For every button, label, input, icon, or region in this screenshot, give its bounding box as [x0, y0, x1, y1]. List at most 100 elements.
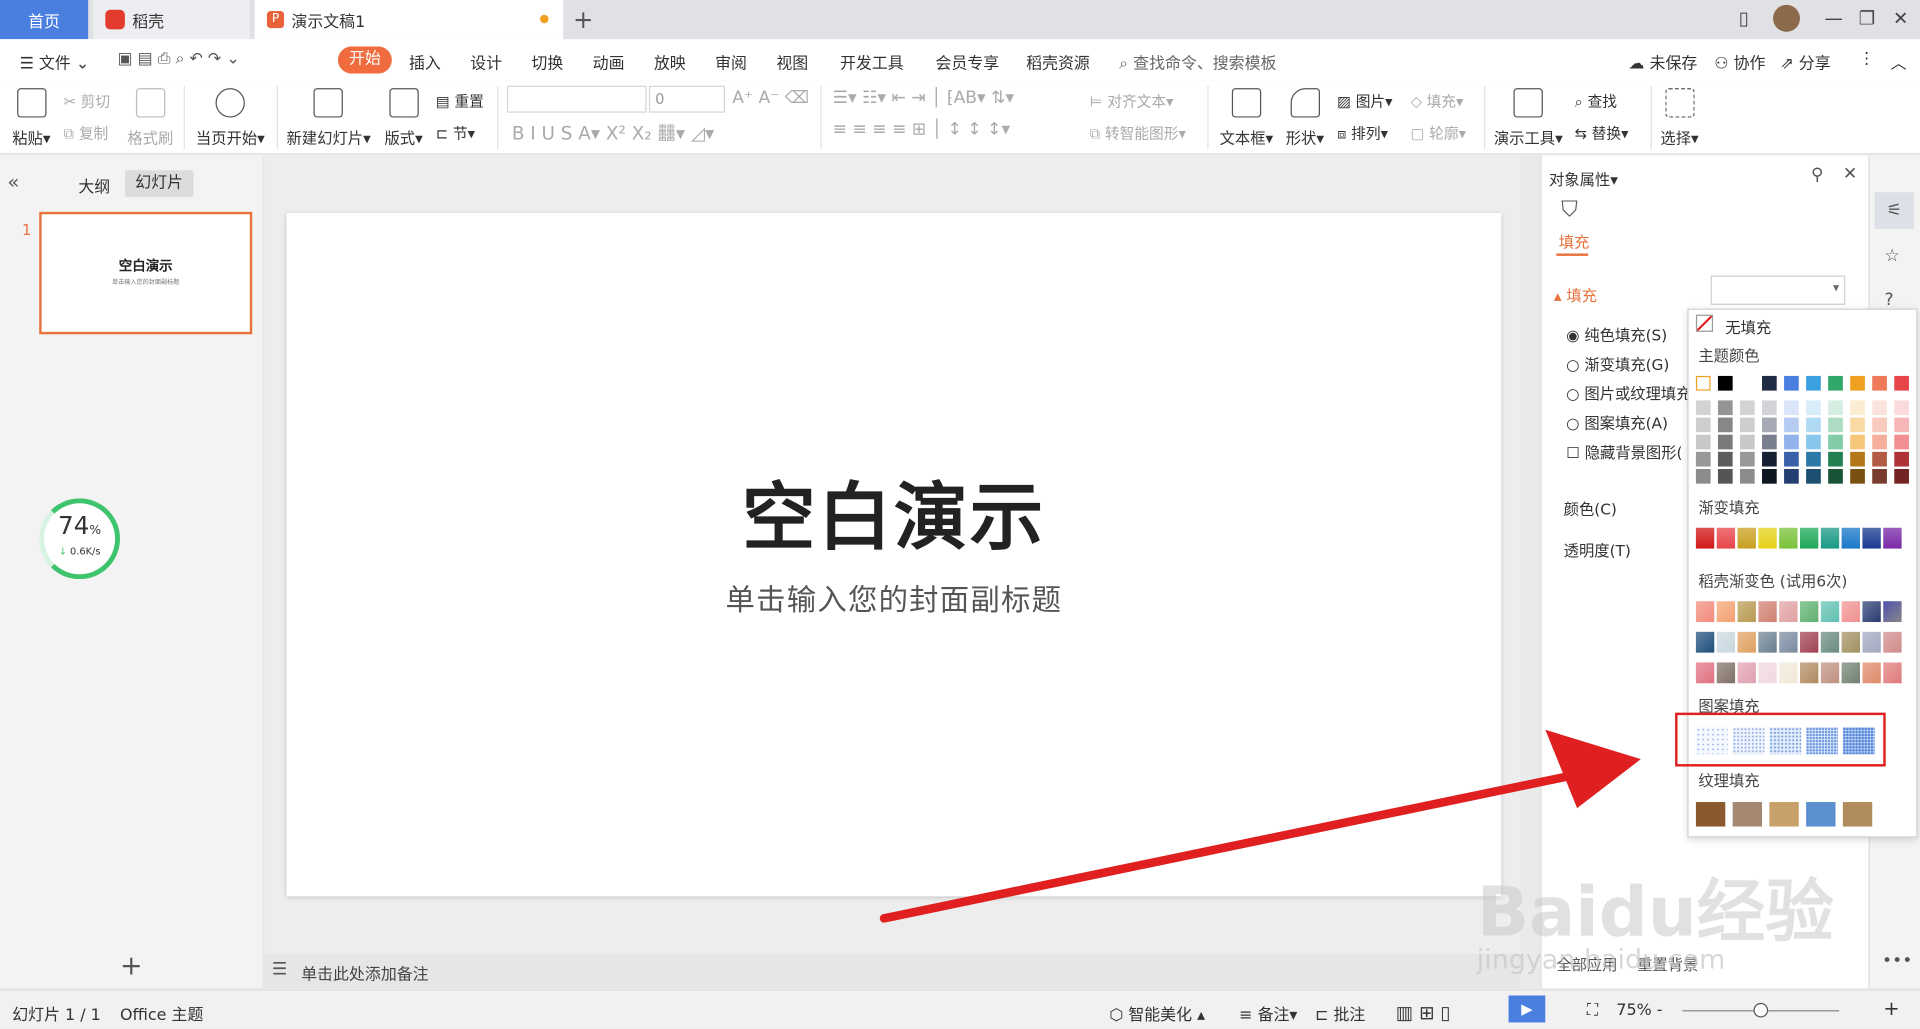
smartart-button[interactable]: ⧉ 转智能图形▾: [1090, 122, 1186, 143]
daoke-gradient-swatch[interactable]: [1695, 601, 1715, 623]
theme-color-swatch[interactable]: [1695, 400, 1711, 416]
comments-button[interactable]: ⊏ 批注: [1315, 1002, 1365, 1025]
tab-document[interactable]: P 演示文稿1: [254, 0, 564, 40]
add-slide-icon[interactable]: +: [120, 951, 143, 982]
texture-swatch[interactable]: [1769, 802, 1799, 827]
new-tab-icon[interactable]: +: [573, 5, 594, 34]
notes-bar[interactable]: ☰ 单击此处添加备注: [264, 953, 1521, 989]
theme-color-swatch[interactable]: [1872, 375, 1887, 391]
theme-color-swatch[interactable]: [1695, 375, 1711, 391]
daoke-gradient-swatch[interactable]: [1799, 662, 1819, 684]
collapse-panel-icon[interactable]: «: [7, 170, 19, 193]
gradient-swatch[interactable]: [1758, 527, 1777, 549]
pin-icon[interactable]: ⚲: [1811, 165, 1824, 185]
slide-subtitle[interactable]: 单击输入您的封面副标题: [287, 576, 1502, 619]
tab-daoke[interactable]: 稻壳: [93, 0, 250, 40]
theme-color-swatch[interactable]: [1739, 468, 1755, 484]
daoke-gradient-swatch[interactable]: [1820, 631, 1840, 653]
collapse-ribbon-icon[interactable]: ︿: [1891, 50, 1907, 73]
slide-canvas[interactable]: 空白演示 单击输入您的封面副标题: [286, 213, 1502, 897]
theme-color-swatch[interactable]: [1784, 451, 1799, 467]
daoke-gradient-swatch[interactable]: [1883, 601, 1902, 623]
search-command[interactable]: ⌕ 查找命令、搜索模板: [1119, 50, 1276, 73]
theme-color-swatch[interactable]: [1784, 375, 1799, 391]
theme-color-swatch[interactable]: [1828, 400, 1843, 416]
daoke-gradient-swatch[interactable]: [1758, 631, 1777, 653]
view-mode-icons[interactable]: ▥ ⊞ ▯: [1396, 1002, 1451, 1024]
menu-insert[interactable]: 插入: [409, 50, 441, 73]
network-speed-widget[interactable]: 74% ↓ 0.6K/s: [39, 498, 120, 580]
daoke-gradient-swatch[interactable]: [1862, 662, 1881, 684]
daoke-gradient-swatch[interactable]: [1779, 601, 1798, 623]
daoke-gradient-swatch[interactable]: [1716, 631, 1736, 653]
minimize-icon[interactable]: —: [1824, 7, 1842, 29]
daoke-gradient-swatch[interactable]: [1820, 662, 1840, 684]
menu-start[interactable]: 开始: [337, 46, 392, 74]
theme-color-swatch[interactable]: [1695, 468, 1711, 484]
daoke-gradient-swatch[interactable]: [1883, 631, 1902, 653]
theme-color-swatch[interactable]: [1784, 434, 1799, 450]
theme-color-swatch[interactable]: [1739, 400, 1755, 416]
theme-color-swatch[interactable]: [1828, 468, 1843, 484]
daoke-gradient-swatch[interactable]: [1841, 631, 1860, 653]
radio-gradient[interactable]: ○ 渐变填充(G): [1566, 351, 1669, 374]
fill-tab[interactable]: 填充: [1559, 229, 1590, 252]
collab-button[interactable]: ⚇ 协作: [1714, 50, 1765, 73]
menu-animation[interactable]: 动画: [593, 50, 625, 73]
theme-color-swatch[interactable]: [1695, 451, 1711, 467]
font-adjust-icons[interactable]: A⁺ A⁻ ⌫: [732, 88, 809, 108]
zoom-slider-handle[interactable]: [1753, 1002, 1769, 1018]
fill-section[interactable]: ▴ 填充: [1554, 283, 1597, 306]
avatar[interactable]: [1773, 4, 1800, 32]
text-format-icons[interactable]: B I U S A▾ X² X₂ 䨻▾ ◿▾: [512, 120, 714, 146]
theme-color-swatch[interactable]: [1784, 400, 1799, 416]
daoke-gradient-swatch[interactable]: [1779, 631, 1798, 653]
theme-color-swatch[interactable]: [1894, 375, 1909, 391]
zoom-in-icon[interactable]: +: [1883, 997, 1899, 1020]
cut-button[interactable]: ✂ 剪切: [64, 91, 110, 112]
theme-color-swatch[interactable]: [1850, 375, 1865, 391]
theme-color-swatch[interactable]: [1762, 468, 1777, 484]
radio-solid[interactable]: ◉ 纯色填充(S): [1566, 322, 1667, 345]
theme-color-swatch[interactable]: [1717, 375, 1733, 391]
daoke-gradient-swatch[interactable]: [1758, 601, 1777, 623]
more-options-icon[interactable]: •••: [1882, 951, 1912, 971]
theme-color-swatch[interactable]: [1806, 451, 1821, 467]
align-text-button[interactable]: ⊨ 对齐文本▾: [1090, 91, 1174, 112]
present-tool-button[interactable]: 演示工具▾: [1494, 88, 1563, 148]
theme-name[interactable]: Office 主题: [120, 1002, 203, 1025]
layout-button[interactable]: 版式▾: [384, 88, 423, 148]
arrange-button[interactable]: ⧈ 排列▾: [1337, 122, 1388, 143]
star-icon[interactable]: ☆: [1884, 246, 1899, 266]
theme-color-swatch[interactable]: [1762, 375, 1777, 391]
font-family-select[interactable]: [506, 85, 647, 113]
radio-pattern[interactable]: ○ 图案填充(A): [1566, 410, 1668, 433]
theme-color-swatch[interactable]: [1739, 434, 1755, 450]
shape-button[interactable]: 形状▾: [1286, 88, 1324, 148]
gradient-swatch[interactable]: [1779, 527, 1798, 549]
theme-color-swatch[interactable]: [1894, 468, 1909, 484]
menu-resources[interactable]: 稻壳资源: [1026, 50, 1090, 73]
select-button[interactable]: 选择▾: [1660, 88, 1699, 148]
copy-button[interactable]: ⧉ 复制: [64, 122, 109, 143]
texture-swatch[interactable]: [1695, 802, 1726, 827]
daoke-gradient-swatch[interactable]: [1737, 662, 1756, 684]
daoke-gradient-swatch[interactable]: [1779, 662, 1798, 684]
daoke-gradient-swatch[interactable]: [1695, 631, 1715, 653]
theme-color-swatch[interactable]: [1872, 451, 1887, 467]
daoke-gradient-swatch[interactable]: [1799, 631, 1819, 653]
format-brush-button[interactable]: 格式刷: [127, 88, 173, 148]
daoke-gradient-swatch[interactable]: [1883, 662, 1902, 684]
properties-icon[interactable]: ⚟: [1874, 192, 1914, 229]
theme-color-swatch[interactable]: [1739, 375, 1755, 391]
outline-button[interactable]: ▢ 轮廓▾: [1411, 122, 1466, 143]
texture-swatch[interactable]: [1806, 802, 1836, 827]
theme-color-swatch[interactable]: [1828, 451, 1843, 467]
slide-thumbnail[interactable]: 空白演示 单击输入您的封面副标题: [39, 211, 253, 335]
theme-color-swatch[interactable]: [1894, 451, 1909, 467]
gradient-swatch[interactable]: [1883, 527, 1902, 549]
theme-color-swatch[interactable]: [1717, 451, 1733, 467]
theme-color-swatch[interactable]: [1717, 400, 1733, 416]
tab-home[interactable]: 首页: [0, 0, 89, 40]
theme-color-swatch[interactable]: [1739, 451, 1755, 467]
